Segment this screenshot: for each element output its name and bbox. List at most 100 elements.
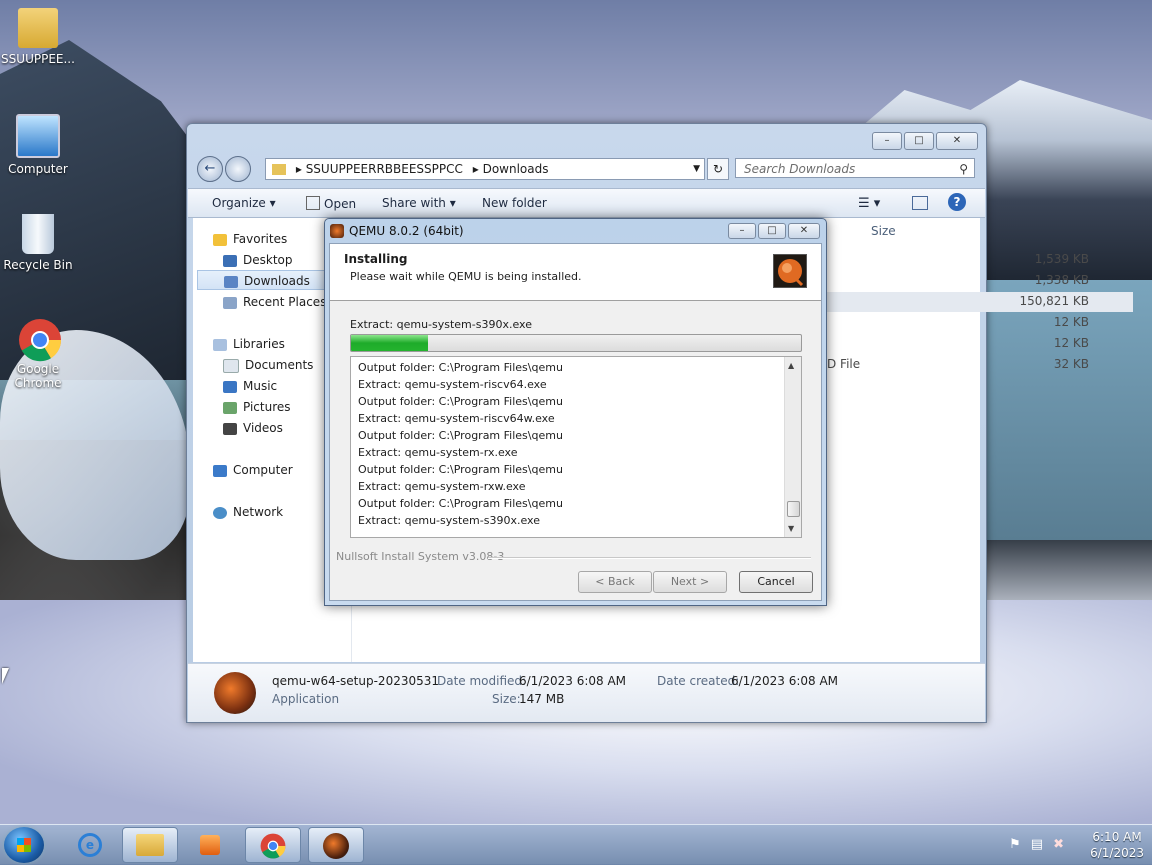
desktop-icon-label: Computer [8,162,68,176]
nav-label: Favorites [233,232,288,246]
breadcrumb-arrow: ▸ [295,162,302,176]
nav-recent-places[interactable]: Recent Places [223,292,326,312]
nav-label: Computer [233,463,293,477]
internet-explorer-icon: e [78,833,102,857]
column-header-size[interactable]: Size [871,224,896,238]
nav-pictures[interactable]: Pictures [223,397,291,417]
back-button[interactable]: ← [197,156,223,182]
recycle-bin-icon [22,214,54,254]
details-date-created: 6/1/2023 6:08 AM [731,674,839,688]
desktop-icon [223,254,237,267]
details-date-modified-label: Date modified: [437,674,527,688]
new-folder-button[interactable]: New folder [482,196,547,210]
desktop-icon-user-folder[interactable]: SSUUPPEE... [0,8,76,66]
scroll-thumb[interactable] [787,501,800,517]
system-tray: ⚑ ▤ ✖ [1009,837,1064,852]
close-button[interactable]: ✕ [788,223,820,239]
address-row: ← ▸ SSUUPPEERRBBEESSPPCC ▸ Downloads ▼ ↻… [195,156,978,182]
speaker-muted-icon[interactable]: ✖ [1053,837,1064,852]
nsis-branding: Nullsoft Install System v3.08-3 [336,550,505,563]
nav-computer[interactable]: Computer [213,460,293,480]
details-size: 147 MB [519,692,565,706]
nav-label: Desktop [243,253,293,267]
help-button[interactable]: ? [948,193,966,211]
details-date-modified: 6/1/2023 6:08 AM [519,674,627,688]
log-line: Output folder: C:\Program Files\qemu [358,361,563,374]
nav-libraries[interactable]: Libraries [213,334,285,354]
scroll-down-icon[interactable]: ▼ [788,524,794,533]
scroll-up-icon[interactable]: ▲ [788,361,794,370]
view-options-button[interactable]: ☰ ▾ [858,196,880,211]
open-button[interactable]: Open [306,196,356,211]
install-log[interactable]: Output folder: C:\Program Files\qemu Extr… [350,356,802,538]
breadcrumb-user[interactable]: SSUUPPEERRBBEESSPPCC [306,162,463,176]
user-folder-icon [18,8,58,48]
clock-date: 6/1/2023 [1090,846,1144,860]
preview-pane-button[interactable] [912,196,928,213]
log-line: Output folder: C:\Program Files\qemu [358,463,563,476]
log-line: Extract: qemu-system-riscv64w.exe [358,412,555,425]
clock[interactable]: 6:10 AM 6/1/2023 [1090,829,1144,861]
nav-videos[interactable]: Videos [223,418,283,438]
maximize-button[interactable]: □ [758,223,786,239]
dropdown-icon[interactable]: ▼ [693,159,700,179]
log-line: Extract: qemu-system-rx.exe [358,446,518,459]
nav-favorites[interactable]: Favorites [213,229,287,249]
organize-button[interactable]: Organize ▾ [212,196,276,210]
close-button[interactable]: ✕ [936,132,978,150]
log-scrollbar[interactable]: ▲ ▼ [784,357,801,537]
qemu-logo-icon [773,254,807,288]
flag-icon[interactable]: ⚑ [1009,837,1021,852]
desktop-icon-recycle-bin[interactable]: Recycle Bin [0,214,76,272]
install-progress-bar [350,334,802,352]
media-player-icon [200,835,220,855]
next-button[interactable]: Next > [653,571,727,593]
recent-places-icon [223,296,237,309]
forward-button[interactable] [225,156,251,182]
nav-label: Videos [243,421,283,435]
taskbar-chrome[interactable] [245,827,301,863]
view-icon: ☰ [858,196,870,211]
cancel-button[interactable]: Cancel [739,571,813,593]
maximize-button[interactable]: □ [904,132,934,150]
breadcrumb-downloads[interactable]: Downloads [483,162,549,176]
network-icon[interactable]: ▤ [1031,837,1043,852]
computer-icon [16,114,60,158]
pictures-icon [223,401,237,414]
nav-desktop[interactable]: Desktop [223,250,293,270]
nav-label: Music [243,379,278,393]
nav-music[interactable]: Music [223,376,277,396]
separator [488,557,811,559]
start-button[interactable] [4,827,44,863]
desktop-icon-computer[interactable]: Computer [0,114,76,176]
dialog-header: Installing Please wait while QEMU is bei… [330,244,821,301]
desktop-icon-label: Google Chrome [14,362,62,390]
windows-logo-icon [17,838,31,852]
nav-network[interactable]: Network [213,502,283,522]
taskbar-qemu[interactable] [308,827,364,863]
back-button[interactable]: < Back [578,571,652,593]
log-lines: Output folder: C:\Program Files\qemu Extr… [351,357,801,529]
minimize-button[interactable]: – [728,223,756,239]
desktop-icon-chrome[interactable]: Google Chrome [0,318,76,390]
minimize-button[interactable]: – [872,132,902,150]
dialog-title: QEMU 8.0.2 (64bit) [349,224,464,238]
taskbar-internet-explorer[interactable]: e [62,827,118,863]
header-subtitle: Please wait while QEMU is being installe… [350,270,582,283]
folder-icon [272,164,286,175]
nav-label: Pictures [243,400,291,414]
log-line: Output folder: C:\Program Files\qemu [358,429,563,442]
details-size-label: Size: [492,692,521,706]
taskbar-media-player[interactable] [182,827,238,863]
videos-icon [223,422,237,435]
log-line: Extract: qemu-system-rxw.exe [358,480,526,493]
command-bar: Organize ▾ Open Share with ▾ New folder … [188,188,985,218]
refresh-button[interactable]: ↻ [707,158,729,180]
dialog-body: Installing Please wait while QEMU is bei… [329,243,822,601]
search-input[interactable]: Search Downloads ⚲ [735,158,975,178]
nav-documents[interactable]: Documents [223,355,313,375]
taskbar-explorer[interactable] [122,827,178,863]
music-icon [223,380,237,393]
share-with-button[interactable]: Share with ▾ [382,196,456,210]
address-bar[interactable]: ▸ SSUUPPEERRBBEESSPPCC ▸ Downloads ▼ [265,158,705,180]
